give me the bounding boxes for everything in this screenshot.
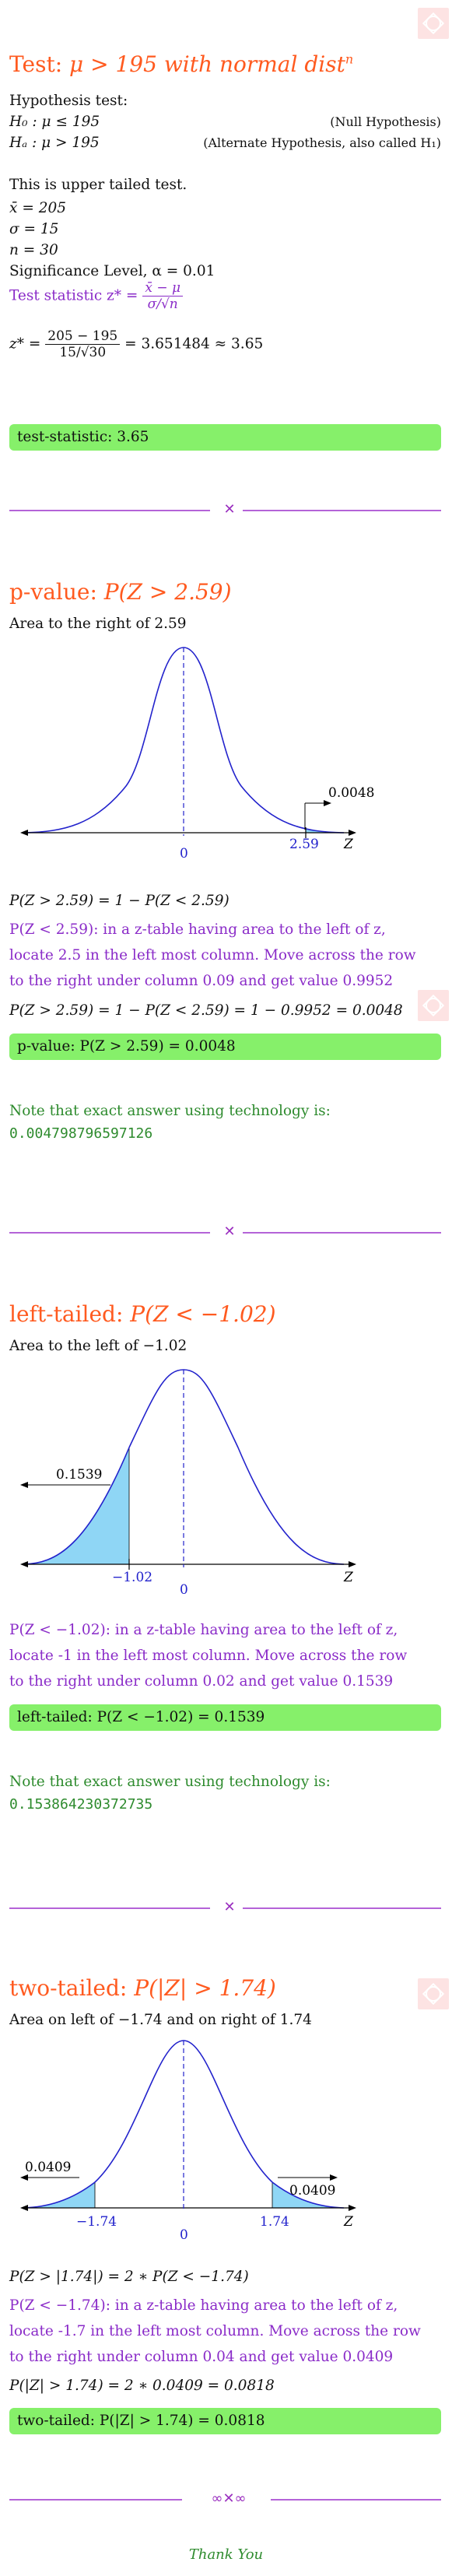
shaded-area-left <box>23 2181 96 2209</box>
area-right-label: 0.0409 <box>289 2183 335 2199</box>
z-table-explanation: P(Z < −1.74): in a z-table having area t… <box>9 2297 421 2365</box>
test-statistic-calc: z* = 205 − 195 15/√30 = 3.651484 ≈ 3.65 <box>9 328 264 360</box>
sample-mean: x̄ = 205 <box>9 200 67 216</box>
axis-arrow-left-icon <box>20 830 28 836</box>
section-separator: ✕ <box>9 1899 441 1918</box>
area-left-label: 0.0409 <box>25 2160 71 2175</box>
axis-arrow-left-icon <box>20 2205 28 2211</box>
prob-relation: P(Z > 2.59) = 1 − P(Z < 2.59) <box>9 893 230 909</box>
prob-relation: P(Z > |1.74|) = 2 ∗ P(Z < −1.74) <box>9 2269 249 2285</box>
divider-ornament-icon: ✕ <box>223 501 236 518</box>
z-label: Z <box>343 837 354 852</box>
z-table-explanation: P(Z < 2.59): in a z-table having area to… <box>9 921 416 989</box>
area-label: 0.1539 <box>56 1467 102 1483</box>
section-separator: ✕ <box>9 501 441 520</box>
zero-label: 0 <box>180 1582 188 1598</box>
thank-you: Thank You <box>188 2546 264 2563</box>
area-label: 0.0048 <box>328 785 374 801</box>
axis-arrow-right-icon <box>349 830 356 836</box>
final-separator: ∞✕∞ <box>9 2490 441 2509</box>
section-title: p-value: P(Z > 2.59) <box>9 579 232 605</box>
two-tailed-result: two-tailed: P(|Z| > 1.74) = 0.0818 <box>9 2408 441 2434</box>
axis-arrow-left-icon <box>20 1561 28 1567</box>
z-label: Z <box>343 2214 354 2230</box>
cut-left-label: −1.74 <box>76 2214 117 2230</box>
divider-ornament-icon: ✕ <box>223 1223 236 1240</box>
sample-size: n = 30 <box>9 242 58 258</box>
tail-text: This is upper tailed test. <box>9 177 187 193</box>
axis-arrow-right-icon <box>349 2205 356 2211</box>
technology-value: 0.004798796597126 <box>9 1125 153 1142</box>
technology-note: Note that exact answer using technology … <box>9 1774 331 1790</box>
zero-label: 0 <box>180 846 188 862</box>
alternate-hypothesis: Hₐ : μ > 195 (Alternate Hypothesis, also … <box>9 135 441 151</box>
area-description: Area to the right of 2.59 <box>9 616 187 632</box>
flourish-ornament-icon: ∞✕∞ <box>211 2490 247 2507</box>
normal-curve-graph: 0 2.59 Z 0.0048 <box>20 647 374 862</box>
axis-arrow-right-icon <box>349 1561 356 1567</box>
zero-label: 0 <box>180 2227 188 2243</box>
test-statistic-result: test-statistic: 3.65 <box>9 424 441 451</box>
hypothesis-heading: Hypothesis test: <box>9 93 128 109</box>
normal-curve-graph: 0 −1.02 Z 0.1539 <box>20 1369 356 1598</box>
corner-ornament-icon <box>418 990 449 1021</box>
technology-note: Note that exact answer using technology … <box>9 1103 331 1119</box>
p-value-result: p-value: P(Z > 2.59) = 0.0048 <box>9 1034 441 1060</box>
cut-label: 2.59 <box>289 837 319 852</box>
shaded-area <box>23 1447 130 1565</box>
section-title: Test: μ > 195 with normal distn <box>9 51 354 77</box>
p-value-calc: P(Z > 2.59) = 1 − P(Z < 2.59) = 1 − 0.99… <box>9 1002 403 1019</box>
area-description: Area on left of −1.74 and on right of 1.… <box>9 2012 312 2028</box>
technology-value: 0.153864230372735 <box>9 1796 153 1813</box>
cut-right-label: 1.74 <box>260 2214 289 2230</box>
significance-level: Significance Level, α = 0.01 <box>9 263 215 279</box>
normal-curve-graph: 0 −1.74 1.74 Z 0.0409 0.0409 <box>20 2040 356 2243</box>
section-separator: ✕ <box>9 1223 441 1242</box>
z-label: Z <box>343 1570 354 1585</box>
area-description: Area to the left of −1.02 <box>9 1338 187 1354</box>
cut-label: −1.02 <box>112 1570 152 1585</box>
left-tailed-result: left-tailed: P(Z < −1.02) = 0.1539 <box>9 1704 441 1731</box>
corner-ornament-icon <box>418 1978 449 2009</box>
z-table-explanation: P(Z < −1.02): in a z-table having area t… <box>9 1622 408 1690</box>
section-title: left-tailed: P(Z < −1.02) <box>9 1301 276 1327</box>
test-statistic-formula: Test statistic z* = x̄ − μ σ/√n <box>9 280 184 312</box>
section-title: two-tailed: P(|Z| > 1.74) <box>9 1975 276 2001</box>
divider-ornament-icon: ✕ <box>223 1899 236 1915</box>
corner-ornament-icon <box>418 8 449 39</box>
null-hypothesis: H₀ : μ ≤ 195 (Null Hypothesis) <box>9 114 441 130</box>
two-tailed-calc: P(|Z| > 1.74) = 2 ∗ 0.0409 = 0.0818 <box>9 2378 275 2394</box>
sigma-value: σ = 15 <box>9 221 59 237</box>
